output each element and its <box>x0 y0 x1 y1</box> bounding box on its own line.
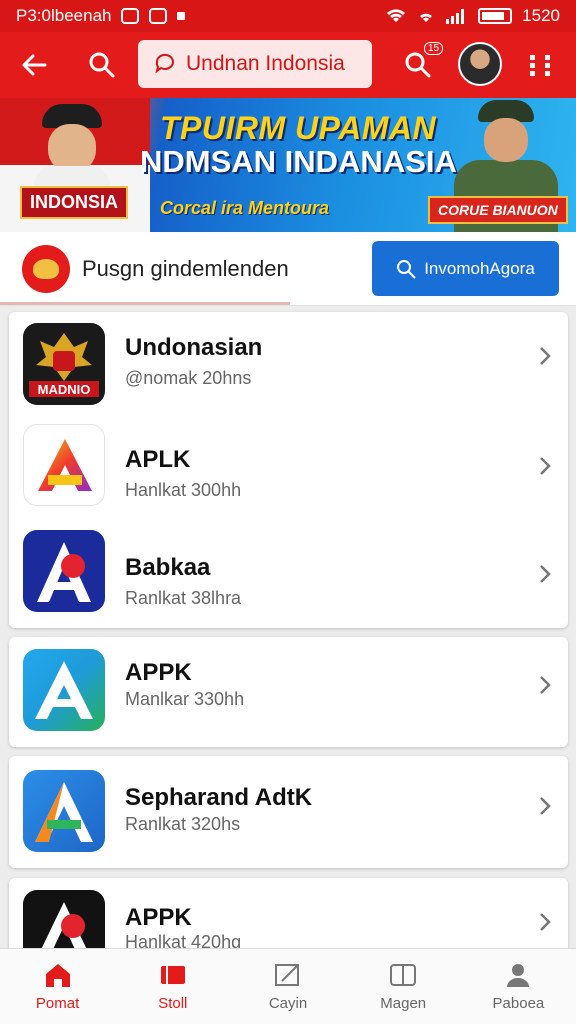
nav-item-cayin[interactable]: Cayin <box>230 949 345 1024</box>
status-app-icon <box>121 8 140 24</box>
a-orange-blue-icon <box>23 770 105 852</box>
app-name: APPK <box>125 659 192 686</box>
chevron-right-icon <box>540 913 551 931</box>
person-icon <box>507 964 530 987</box>
app-list-card[interactable]: APPK Hanlkat 420hg <box>9 878 568 948</box>
square-icon <box>160 966 185 984</box>
list-item[interactable]: Babkaa Ranlkat 38lhra <box>9 522 568 626</box>
nav-label: Paboea <box>492 995 545 1012</box>
notification-badge: 15 <box>424 42 444 55</box>
nav-label: Cayin <box>268 995 308 1012</box>
search-button[interactable] <box>82 45 122 85</box>
app-subtitle: Hanlkat 300hh <box>125 480 242 500</box>
chevron-right-icon <box>540 565 551 583</box>
list-item[interactable]: APLK Hanlkat 300hh <box>9 418 568 522</box>
banner-headline-2: NDMSAN INDANASIA <box>140 144 457 179</box>
emblem-icon <box>22 245 70 293</box>
nav-item-stoll[interactable]: Stoll <box>115 949 230 1024</box>
wifi-icon <box>387 9 406 22</box>
back-arrow-icon <box>22 54 47 76</box>
app-name: Undonasian <box>125 334 263 361</box>
a-red-black-icon <box>23 890 105 948</box>
back-button[interactable] <box>14 45 54 85</box>
battery-icon <box>478 8 513 24</box>
signal-icon <box>446 9 465 24</box>
list-item[interactable]: APPK Manlkar 330hh <box>9 637 568 747</box>
avatar[interactable] <box>458 42 502 86</box>
nav-item-magen[interactable]: Magen <box>346 949 461 1024</box>
garuda-icon: MADNIO <box>23 323 105 405</box>
banner-headline-1: TPUIRM UPAMAN <box>160 110 437 146</box>
nav-label: Pomat <box>35 995 80 1012</box>
status-left-text: P3:0lbeenah <box>16 6 112 25</box>
info-button[interactable]: InvomohAgora <box>372 241 559 296</box>
list-item[interactable]: MADNIO Undonasian @nomak 20hns <box>9 312 568 418</box>
nav-item-pomat[interactable]: Pomat <box>0 949 115 1024</box>
status-mail-icon <box>149 8 168 24</box>
a-red-blue-icon <box>23 530 105 612</box>
svg-text:MADNIO: MADNIO <box>38 382 91 397</box>
chevron-right-icon <box>540 347 551 365</box>
nav-label: Stoll <box>158 995 188 1012</box>
a-gradient-icon <box>23 424 105 506</box>
app-name: APLK <box>125 446 191 473</box>
menu-button[interactable] <box>520 45 560 85</box>
status-bar: P3:0lbeenah 1520 <box>0 0 576 32</box>
info-button-label: InvomohAgora <box>424 258 535 278</box>
search-field[interactable]: Undnan Indonsia <box>138 40 372 88</box>
home-icon <box>45 964 70 987</box>
chevron-right-icon <box>540 676 551 694</box>
app-name: Sepharand AdtK <box>125 784 313 811</box>
nav-label: Magen <box>380 995 427 1012</box>
app-subtitle: Ranlkat 320hs <box>125 814 241 834</box>
nav-item-paboea[interactable]: Paboea <box>461 949 576 1024</box>
section-underline <box>0 302 290 305</box>
app-list-card[interactable]: Sepharand AdtK Ranlkat 320hs <box>9 756 568 868</box>
app-subtitle: @nomak 20hns <box>125 368 252 388</box>
search-icon <box>89 52 115 78</box>
search-icon <box>397 259 416 278</box>
search-field-text: Undnan Indonsia <box>186 52 345 75</box>
search-alert-icon <box>405 52 431 78</box>
app-subtitle: Hanlkat 420hg <box>125 932 242 948</box>
app-list-card[interactable]: APPK Manlkar 330hh <box>9 637 568 747</box>
status-dot-icon <box>177 12 186 20</box>
app-subtitle: Manlkar 330hh <box>125 689 245 709</box>
promo-banner[interactable]: INDONSIA TPUIRM UPAMAN NDMSAN INDANASIA … <box>0 98 576 232</box>
section-title: Pusgn gindemlenden <box>82 256 289 281</box>
app-bar: Undnan Indonsia 15 <box>0 32 576 98</box>
grid-menu-icon <box>530 55 550 76</box>
book-icon <box>390 964 417 986</box>
list-item[interactable]: Sepharand AdtK Ranlkat 320hs <box>9 756 568 868</box>
app-name: Babkaa <box>125 554 211 581</box>
chevron-right-icon <box>540 797 551 815</box>
app-subtitle: Ranlkat 38lhra <box>125 588 242 608</box>
chevron-right-icon <box>540 457 551 475</box>
section-header: Pusgn gindemlenden InvomohAgora <box>0 232 576 306</box>
edit-icon <box>275 964 299 986</box>
a-blue-green-icon <box>23 649 105 731</box>
banner-subline: Corcal ira Mentoura <box>160 198 330 218</box>
list-item[interactable]: APPK Hanlkat 420hg <box>9 878 568 948</box>
app-name: APPK <box>125 904 192 931</box>
app-list-card: MADNIO Undonasian @nomak 20hns APLK Hanl… <box>9 312 568 628</box>
bottom-nav: Pomat Stoll Cayin Magen Paboea <box>0 948 576 1024</box>
banner-label-right[interactable]: CORUE BIANUON <box>428 196 568 224</box>
wifi-alt-icon <box>420 13 433 22</box>
status-time: 1520 <box>522 6 560 25</box>
banner-label-left: INDONSIA <box>20 186 129 219</box>
chat-icon <box>155 53 174 74</box>
